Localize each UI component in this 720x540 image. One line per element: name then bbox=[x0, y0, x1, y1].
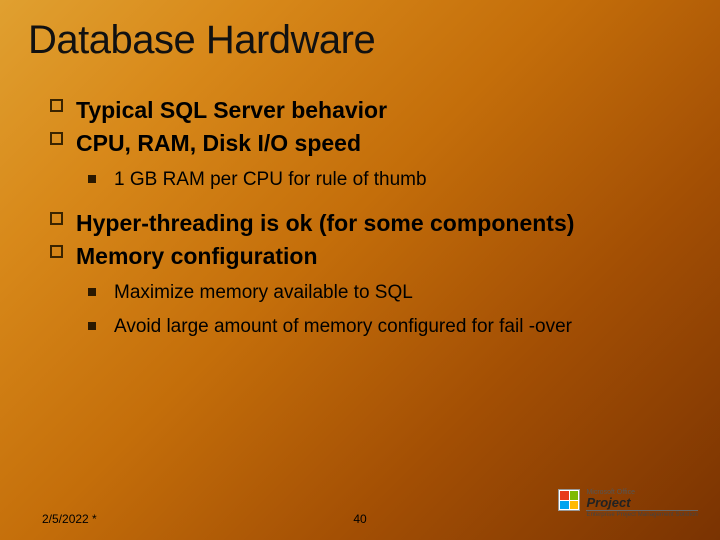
bullet-text: Hyper-threading is ok (for some componen… bbox=[76, 210, 574, 236]
bullet-text: Typical SQL Server behavior bbox=[76, 97, 387, 123]
project-logo: Microsoft Office Project Enterprise Proj… bbox=[558, 489, 698, 518]
bullet-level1: Memory configuration bbox=[50, 242, 690, 271]
footer-page-number: 40 bbox=[353, 512, 366, 526]
square-bullet-icon bbox=[50, 99, 63, 112]
square-bullet-icon bbox=[50, 132, 63, 145]
bullet-text: Memory configuration bbox=[76, 243, 318, 269]
bullet-text: CPU, RAM, Disk I/O speed bbox=[76, 130, 361, 156]
bullet-level2: Maximize memory available to SQL bbox=[88, 281, 690, 305]
square-bullet-icon bbox=[50, 245, 63, 258]
bullet-text: 1 GB RAM per CPU for rule of thumb bbox=[114, 169, 427, 190]
square-bullet-icon bbox=[50, 212, 63, 225]
bullet-level2: Avoid large amount of memory configured … bbox=[88, 315, 690, 339]
bullet-level1: Typical SQL Server behavior bbox=[50, 96, 690, 125]
slide-footer: 2/5/2022 * 40 Microsoft Office Project E… bbox=[0, 502, 720, 526]
slide-title: Database Hardware bbox=[28, 18, 375, 63]
footer-date: 2/5/2022 * bbox=[42, 512, 97, 526]
bullet-level1: Hyper-threading is ok (for some componen… bbox=[50, 209, 690, 238]
office-logo-icon bbox=[558, 489, 580, 511]
logo-text: Microsoft Office Project Enterprise Proj… bbox=[586, 489, 698, 518]
logo-product: Project bbox=[586, 496, 698, 509]
square-filled-bullet-icon bbox=[88, 175, 96, 183]
square-filled-bullet-icon bbox=[88, 288, 96, 296]
slide: Database Hardware Typical SQL Server beh… bbox=[0, 0, 720, 540]
bullet-text: Avoid large amount of memory configured … bbox=[114, 316, 572, 337]
square-filled-bullet-icon bbox=[88, 322, 96, 330]
bullet-level1: CPU, RAM, Disk I/O speed bbox=[50, 129, 690, 158]
bullet-level2: 1 GB RAM per CPU for rule of thumb bbox=[88, 168, 690, 192]
bullet-text: Maximize memory available to SQL bbox=[114, 282, 413, 303]
logo-subtitle: Enterprise Project Management Solution bbox=[586, 510, 698, 518]
slide-content: Typical SQL Server behavior CPU, RAM, Di… bbox=[50, 96, 690, 348]
